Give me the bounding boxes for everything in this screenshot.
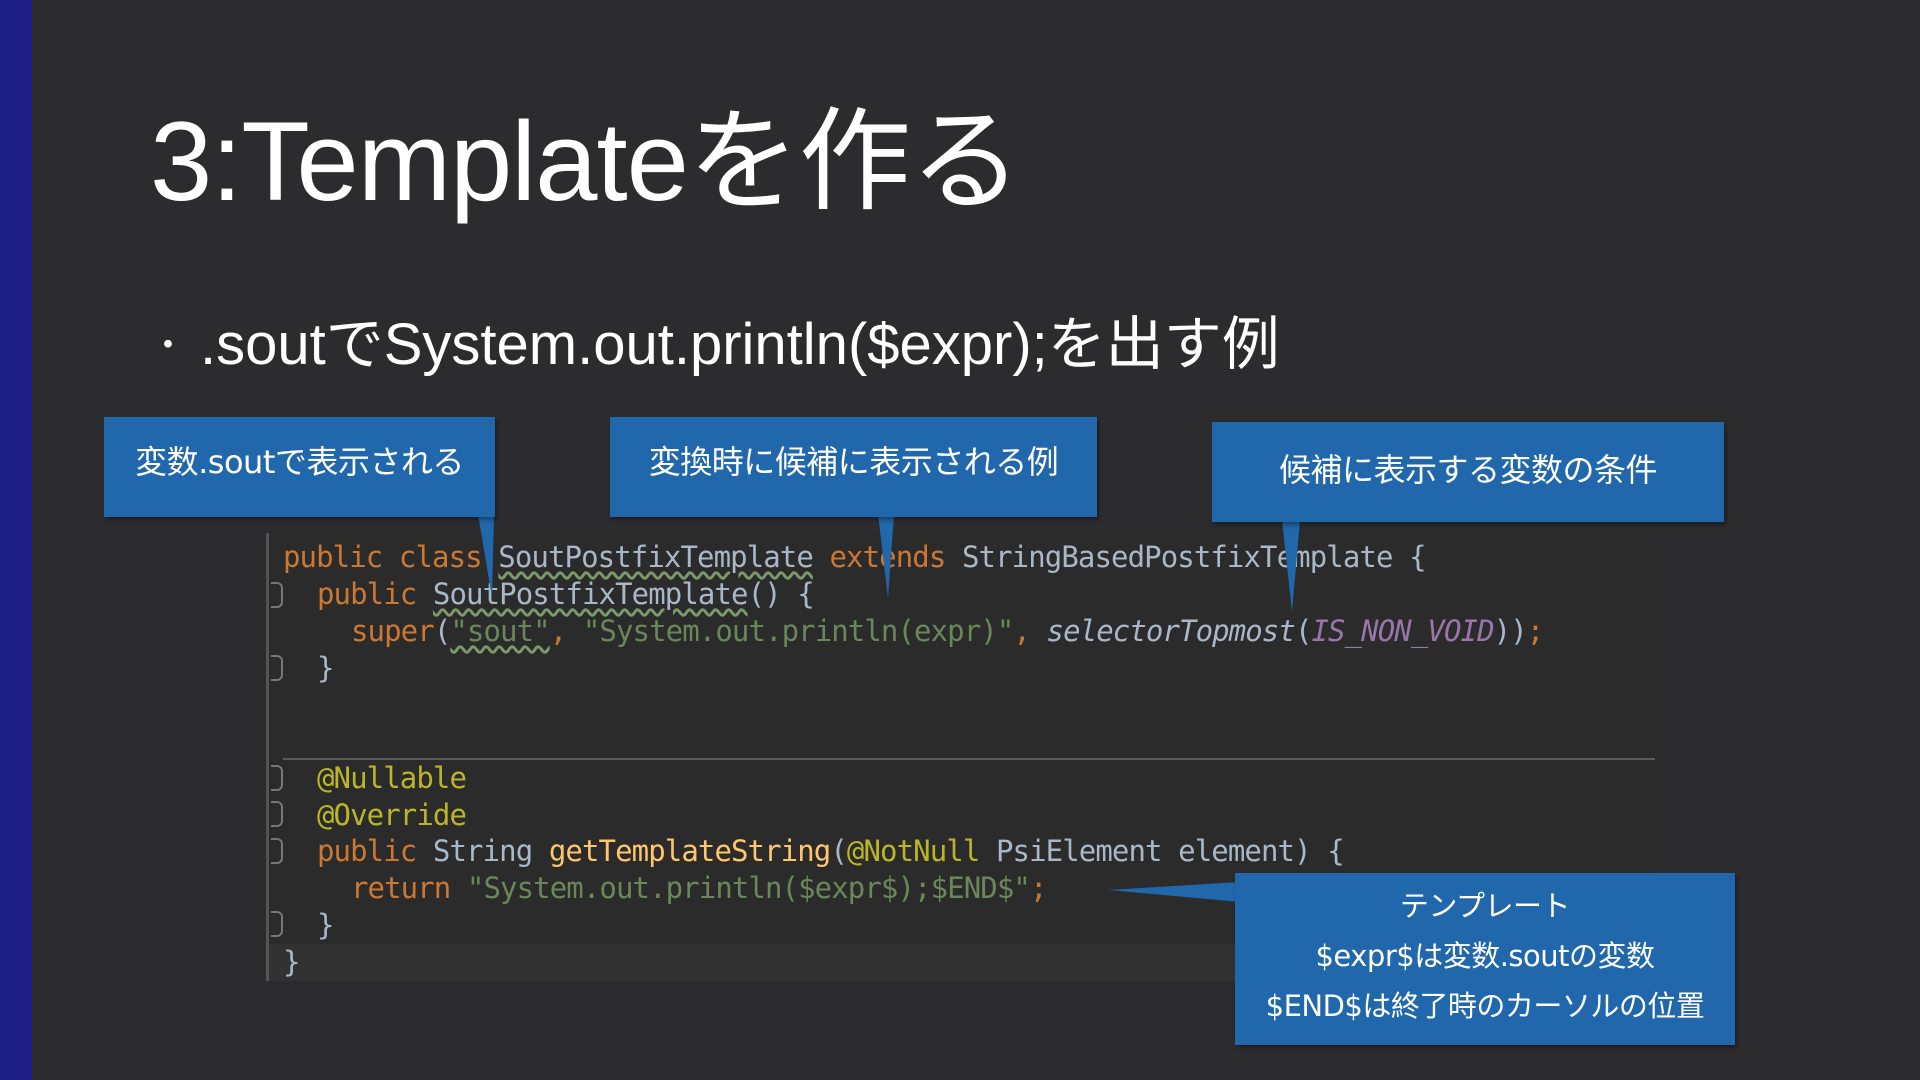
fold-marker-icon xyxy=(271,655,283,681)
fold-marker-icon xyxy=(271,801,283,827)
code-line-7: public String getTemplateString(@NotNull… xyxy=(317,834,1345,868)
callout-condition-label: 候補に表示する変数の条件 xyxy=(1212,422,1724,522)
fold-marker-icon xyxy=(271,765,283,791)
fold-marker-icon xyxy=(271,582,283,608)
bullet-item: ・ .soutでSystem.out.println($expr);を出す例 xyxy=(150,305,1280,385)
bullet-text: .soutでSystem.out.println($expr);を出す例 xyxy=(200,312,1280,377)
code-line-9: } xyxy=(317,908,334,942)
code-line-5: @Nullable xyxy=(317,761,467,795)
callout-4-line-2: $expr$は変数.soutの変数 xyxy=(1315,939,1655,973)
fold-marker-icon xyxy=(271,838,283,864)
callout-template-label: テンプレート $expr$は変数.soutの変数 $END$は終了時のカーソルの… xyxy=(1235,873,1735,1045)
callout-example-label: 変換時に候補に表示される例 xyxy=(610,417,1097,517)
fold-marker-icon xyxy=(271,911,283,937)
code-line-3: super("sout", "System.out.println(expr)"… xyxy=(351,614,1544,648)
callout-4-line-3: $END$は終了時のカーソルの位置 xyxy=(1265,989,1705,1023)
code-line-1: public class SoutPostfixTemplate extends… xyxy=(283,540,1427,574)
slide-title: 3:Templateを作る xyxy=(150,99,1022,224)
callout-1-text: 変数.soutで表示される xyxy=(135,443,464,481)
method-separator xyxy=(283,758,1655,760)
code-line-4: } xyxy=(317,651,334,685)
callout-3-text: 候補に表示する変数の条件 xyxy=(1278,451,1658,489)
code-line-2: public SoutPostfixTemplate() { xyxy=(317,577,815,611)
bullet-marker: ・ xyxy=(150,324,187,365)
callout-2-text: 変換時に候補に表示される例 xyxy=(648,443,1059,481)
callout-sout-label: 変数.soutで表示される xyxy=(104,417,495,517)
code-line-10: } xyxy=(283,945,300,979)
code-line-6: @Override xyxy=(317,798,467,832)
callout-4-line-1: テンプレート xyxy=(1399,889,1571,923)
code-line-8: return "System.out.println($expr$);$END$… xyxy=(351,871,1047,905)
accent-stripe xyxy=(0,0,32,1080)
